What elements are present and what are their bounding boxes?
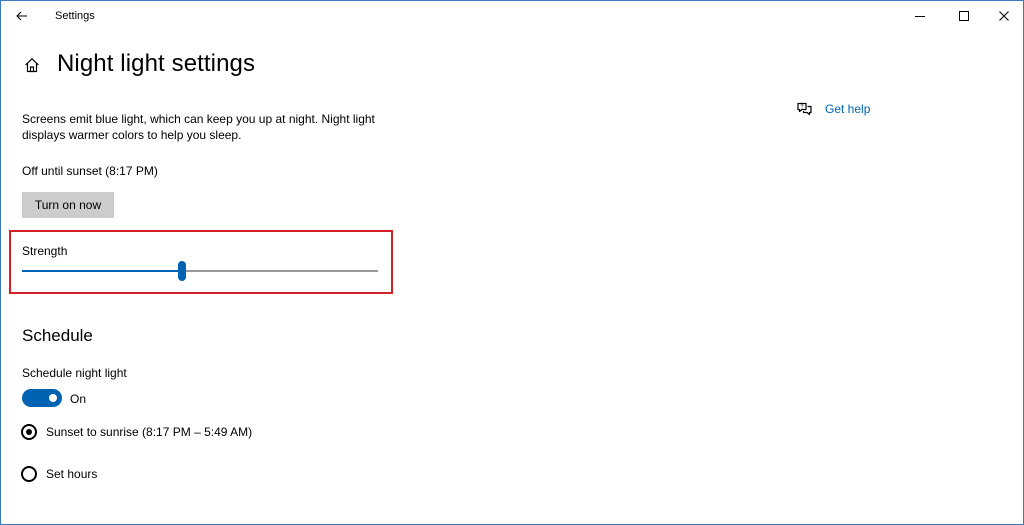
- close-button[interactable]: [981, 1, 1024, 31]
- turn-on-now-button[interactable]: Turn on now: [22, 192, 114, 218]
- help-chat-icon: ?: [797, 102, 812, 116]
- app-title: Settings: [55, 10, 95, 22]
- radio-set-hours[interactable]: Set hours: [21, 466, 97, 482]
- get-help-link[interactable]: ? Get help: [796, 101, 870, 117]
- strength-label: Strength: [22, 244, 68, 258]
- strength-slider[interactable]: [22, 261, 378, 281]
- title-bar: Settings: [1, 1, 1023, 32]
- schedule-night-light-label: Schedule night light: [22, 366, 127, 380]
- settings-window: Settings Night light settings ? Get help…: [0, 0, 1024, 525]
- maximize-icon: [959, 11, 969, 21]
- radio-button[interactable]: [21, 466, 37, 482]
- strength-slider-fill: [22, 270, 183, 272]
- radio-sunset-to-sunrise[interactable]: Sunset to sunrise (8:17 PM – 5:49 AM): [21, 424, 252, 440]
- home-button[interactable]: [19, 53, 45, 77]
- strength-highlight-box: [9, 230, 393, 294]
- night-light-description: Screens emit blue light, which can keep …: [22, 112, 375, 142]
- close-icon: [999, 11, 1009, 21]
- home-icon: [25, 58, 39, 73]
- strength-slider-thumb[interactable]: [178, 261, 187, 281]
- minimize-button[interactable]: [897, 1, 943, 31]
- schedule-section-title: Schedule: [22, 326, 93, 345]
- toggle-state-label: On: [70, 392, 87, 406]
- radio-set-hours-label: Set hours: [46, 467, 98, 481]
- back-button[interactable]: [7, 3, 37, 29]
- get-help-label: Get help: [825, 102, 871, 116]
- minimize-icon: [915, 16, 925, 17]
- back-arrow-icon: [16, 11, 27, 21]
- page-title: Night light settings: [57, 50, 256, 77]
- radio-button[interactable]: [21, 424, 37, 440]
- radio-sunset-to-sunrise-label: Sunset to sunrise (8:17 PM – 5:49 AM): [46, 425, 253, 439]
- schedule-night-light-toggle[interactable]: [22, 389, 62, 407]
- night-light-status: Off until sunset (8:17 PM): [22, 164, 158, 178]
- toggle-knob: [49, 394, 57, 402]
- svg-text:?: ?: [800, 105, 803, 111]
